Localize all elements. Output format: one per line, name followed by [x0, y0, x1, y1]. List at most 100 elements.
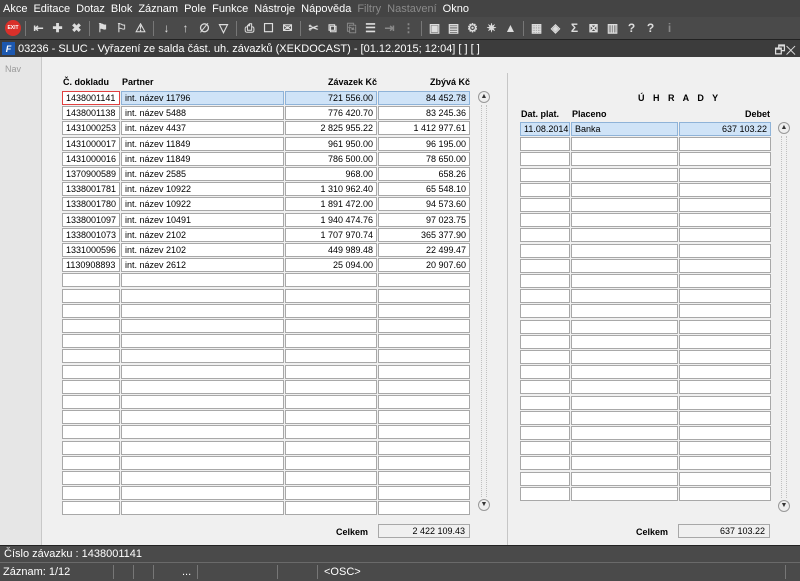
- cell-zavazek[interactable]: 1 310 962.40: [285, 182, 377, 197]
- cell-debet[interactable]: [679, 441, 771, 456]
- cell-doc[interactable]: [62, 486, 120, 501]
- cell-zbyva[interactable]: [378, 273, 470, 288]
- cell-date[interactable]: [520, 395, 570, 410]
- cell-doc[interactable]: [62, 303, 120, 318]
- cell-zavazek[interactable]: 1 891 472.00: [285, 197, 377, 212]
- cell-placeno[interactable]: [571, 198, 678, 212]
- cell-zavazek[interactable]: [285, 410, 377, 425]
- cell-date[interactable]: [520, 365, 570, 380]
- cell-debet[interactable]: [679, 304, 771, 319]
- cell-doc[interactable]: [62, 349, 120, 364]
- cell-debet[interactable]: [679, 258, 771, 273]
- cell-zavazek[interactable]: 2 825 955.22: [285, 121, 377, 136]
- cell-date[interactable]: [520, 152, 570, 167]
- cell-debet[interactable]: [679, 426, 771, 440]
- cell-zavazek[interactable]: [285, 364, 377, 379]
- cell-partner[interactable]: [121, 486, 284, 501]
- cell-date[interactable]: [520, 274, 570, 288]
- cell-placeno[interactable]: [571, 137, 678, 152]
- cell-doc[interactable]: 1338001781: [62, 182, 120, 197]
- cell-zavazek[interactable]: [285, 455, 377, 470]
- cell-partner[interactable]: [121, 288, 284, 303]
- cell-date[interactable]: [520, 167, 570, 182]
- cell-debet[interactable]: [679, 228, 771, 243]
- menu-blok[interactable]: Blok: [111, 3, 132, 15]
- cell-partner[interactable]: [121, 501, 284, 516]
- left-scrollbar[interactable]: ▲ ▼: [478, 91, 490, 511]
- cell-doc[interactable]: 1338001097: [62, 212, 120, 227]
- cell-partner[interactable]: int. název 2585: [121, 167, 284, 181]
- cell-date[interactable]: [520, 350, 570, 364]
- cell-placeno[interactable]: [571, 274, 678, 288]
- cell-date[interactable]: [520, 304, 570, 319]
- cell-partner[interactable]: [121, 379, 284, 394]
- cell-zbyva[interactable]: 22 499.47: [378, 243, 470, 257]
- menu-filtry[interactable]: Filtry: [357, 3, 381, 15]
- clear-filter-icon[interactable]: ∅: [196, 20, 213, 37]
- cell-date[interactable]: [520, 198, 570, 212]
- nav-panel[interactable]: Nav: [0, 57, 42, 545]
- cell-debet[interactable]: [679, 319, 771, 334]
- cell-date[interactable]: [520, 426, 570, 440]
- nav-label[interactable]: Nav: [5, 64, 21, 74]
- cell-debet[interactable]: [679, 456, 771, 471]
- cell-placeno[interactable]: [571, 182, 678, 197]
- cell-zbyva[interactable]: [378, 455, 470, 470]
- cell-placeno[interactable]: [571, 380, 678, 395]
- cell-date[interactable]: [520, 319, 570, 334]
- save-icon[interactable]: ▣: [426, 20, 443, 37]
- cell-placeno[interactable]: [571, 395, 678, 410]
- cell-zbyva[interactable]: [378, 334, 470, 349]
- cell-zavazek[interactable]: [285, 273, 377, 288]
- menu-pole[interactable]: Pole: [184, 3, 206, 15]
- scroll-track[interactable]: [481, 105, 487, 497]
- report-icon[interactable]: ▦: [528, 20, 545, 37]
- cell-doc[interactable]: 1338001073: [62, 227, 120, 242]
- scroll-down-icon[interactable]: ▼: [478, 499, 490, 511]
- help-user-icon[interactable]: ?: [623, 20, 640, 37]
- cell-doc[interactable]: 1431000017: [62, 136, 120, 151]
- cell-date[interactable]: [520, 471, 570, 486]
- cell-partner[interactable]: int. název 2102: [121, 227, 284, 242]
- cell-debet[interactable]: [679, 167, 771, 182]
- menu-funkce[interactable]: Funkce: [212, 3, 248, 15]
- cell-zavazek[interactable]: [285, 425, 377, 440]
- cell-zbyva[interactable]: [378, 486, 470, 501]
- cell-doc[interactable]: 1331000596: [62, 243, 120, 257]
- cell-zbyva[interactable]: [378, 303, 470, 318]
- cell-partner[interactable]: int. název 11849: [121, 151, 284, 166]
- help-icon[interactable]: ?: [642, 20, 659, 37]
- cell-zbyva[interactable]: 1 412 977.61: [378, 121, 470, 136]
- cell-date[interactable]: [520, 380, 570, 395]
- cell-zbyva[interactable]: [378, 425, 470, 440]
- cell-doc[interactable]: [62, 288, 120, 303]
- cell-partner[interactable]: [121, 303, 284, 318]
- cell-placeno[interactable]: [571, 304, 678, 319]
- cell-zavazek[interactable]: 25 094.00: [285, 258, 377, 273]
- cell-doc[interactable]: [62, 455, 120, 470]
- excel-icon[interactable]: ⊠: [585, 20, 602, 37]
- cell-zbyva[interactable]: [378, 395, 470, 409]
- indent-icon[interactable]: ⇥: [381, 20, 398, 37]
- cell-placeno[interactable]: [571, 441, 678, 456]
- cell-doc[interactable]: 1438001138: [62, 106, 120, 121]
- cell-debet[interactable]: [679, 213, 771, 228]
- cell-partner[interactable]: int. název 10922: [121, 182, 284, 197]
- cell-debet[interactable]: [679, 365, 771, 380]
- cell-doc[interactable]: [62, 410, 120, 425]
- right-scrollbar[interactable]: ▲ ▼: [778, 122, 790, 512]
- cell-partner[interactable]: [121, 395, 284, 409]
- cell-placeno[interactable]: [571, 213, 678, 228]
- cell-partner[interactable]: int. název 2102: [121, 243, 284, 257]
- cell-partner[interactable]: int. název 10922: [121, 197, 284, 212]
- menu-nastaveni[interactable]: Nastavení: [387, 3, 437, 15]
- cell-doc[interactable]: [62, 379, 120, 394]
- cell-zavazek[interactable]: [285, 486, 377, 501]
- cell-doc[interactable]: [62, 471, 120, 485]
- cell-placeno[interactable]: [571, 258, 678, 273]
- cell-placeno[interactable]: [571, 167, 678, 182]
- cell-partner[interactable]: [121, 319, 284, 333]
- cell-placeno[interactable]: [571, 228, 678, 243]
- scroll-track[interactable]: [781, 136, 787, 498]
- cell-zbyva[interactable]: 658.26: [378, 167, 470, 181]
